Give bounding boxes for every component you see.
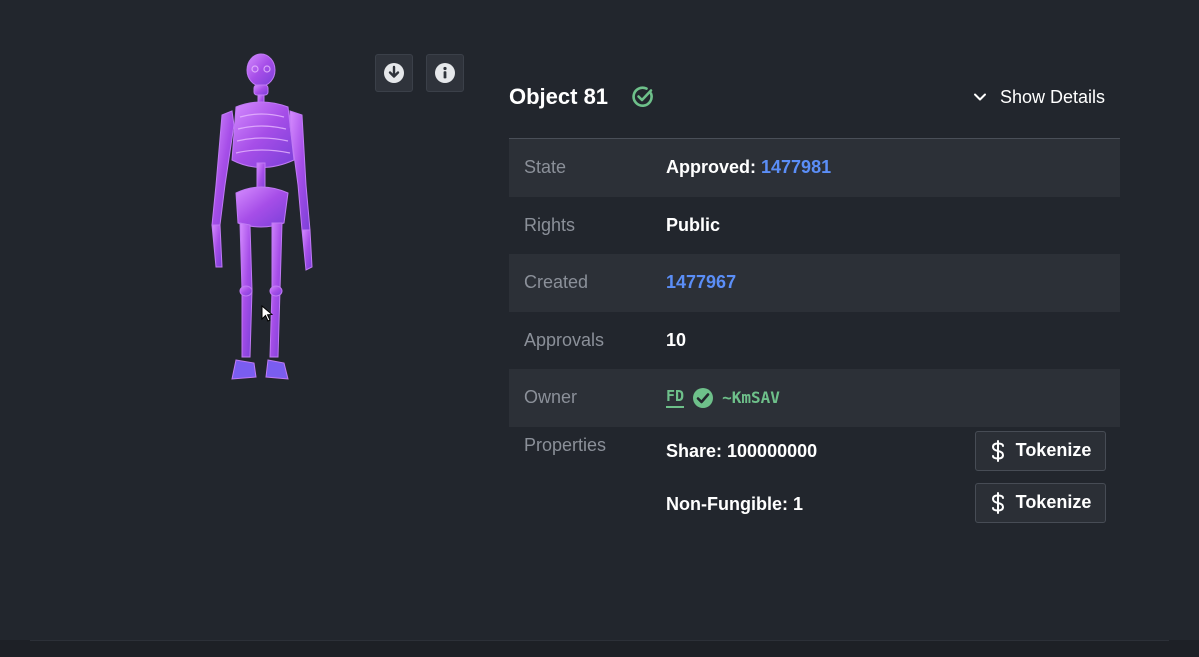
state-block-link[interactable]: 1477981 [761, 157, 831, 177]
download-icon [384, 63, 404, 83]
property-share: Share: 100000000 [666, 440, 818, 461]
verified-check-icon [693, 387, 714, 408]
tokenize-share-button[interactable]: Tokenize [975, 430, 1106, 471]
model-viewer[interactable] [170, 45, 370, 395]
details-table: State Approved: 1477981 Rights Public Cr… [509, 139, 1120, 537]
created-key: Created [524, 272, 589, 292]
show-details-label: Show Details [1000, 86, 1106, 107]
owner-badge: FD [666, 387, 685, 409]
row-approvals: Approvals 10 [509, 312, 1120, 370]
info-icon [435, 63, 455, 83]
tokenize-non-fungible-label: Tokenize [1015, 492, 1092, 512]
row-owner: Owner FD ~KmSAV [509, 369, 1120, 427]
tokenize-non-fungible-button[interactable]: Tokenize [975, 482, 1106, 523]
object-title: Object 81 [509, 84, 609, 109]
property-non-fungible: Non-Fungible: 1 [666, 493, 803, 514]
owner-address: ~KmSAV [722, 388, 780, 407]
rights-key: Rights [524, 214, 576, 235]
download-button[interactable] [375, 54, 413, 92]
info-button[interactable] [426, 54, 464, 92]
skeleton-model [211, 53, 313, 380]
row-rights: Rights Public [509, 197, 1120, 255]
properties-key: Properties [524, 434, 607, 455]
owner-key: Owner [524, 387, 578, 407]
owner-value[interactable]: FD ~KmSAV [666, 369, 780, 427]
dollar-icon [991, 439, 1004, 462]
state-key: State [524, 157, 567, 177]
state-prefix: Approved: [666, 157, 756, 177]
created-value: 1477967 [666, 254, 736, 312]
approvals-key: Approvals [524, 329, 605, 350]
approved-status-icon [632, 86, 653, 107]
chevron-down-icon [974, 93, 986, 101]
dollar-icon [991, 491, 1004, 514]
row-state: State Approved: 1477981 [509, 139, 1120, 197]
tokenize-share-label: Tokenize [1015, 440, 1092, 460]
panel-divider [30, 640, 1169, 641]
approvals-value: 10 [666, 329, 687, 350]
mouse-cursor-icon [261, 305, 273, 322]
rights-value: Public [666, 214, 721, 235]
show-details-toggle[interactable]: Show Details [972, 85, 1105, 109]
created-block-link[interactable]: 1477967 [666, 272, 736, 292]
row-created: Created 1477967 [509, 254, 1120, 312]
row-properties: Properties Share: 100000000 Tokenize Non… [509, 427, 1120, 537]
state-value: Approved: 1477981 [666, 139, 831, 197]
